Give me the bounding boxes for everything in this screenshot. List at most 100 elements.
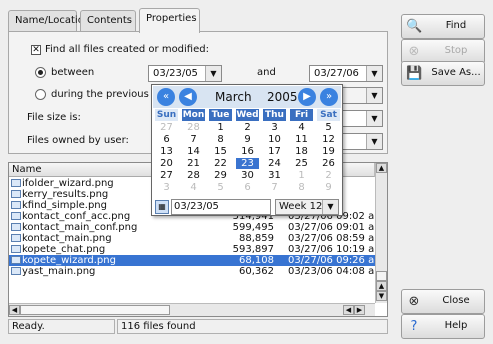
calendar-date-input[interactable]: 03/23/05 [171, 199, 271, 215]
image-file-icon [11, 256, 21, 264]
calendar-day[interactable]: 7 [182, 134, 205, 145]
file-name: kopete_wizard.png [22, 255, 116, 266]
calendar-year[interactable]: 2005 [267, 90, 298, 104]
tab-name-location[interactable]: Name/Location [8, 10, 90, 32]
date-from-combo[interactable]: 03/23/05 ▼ [148, 65, 222, 82]
owned-by-label: Files owned by user: [27, 135, 129, 146]
list-item[interactable]: kontact_main.png 88,859 03/27/06 08:59 a [9, 233, 375, 244]
calendar-day[interactable]: 3 [155, 182, 178, 193]
file-size: 599,495 [232, 222, 274, 233]
calendar-day[interactable]: 22 [209, 158, 232, 169]
calendar-day[interactable]: 30 [236, 170, 259, 181]
file-size-label: File size is: [27, 112, 81, 123]
calendar-month[interactable]: March [215, 90, 252, 104]
calendar-day[interactable]: 1 [209, 122, 232, 133]
calendar-day[interactable]: 5 [209, 182, 232, 193]
calendar-day[interactable]: 26 [317, 158, 340, 169]
file-name: ifolder_wizard.png [22, 178, 114, 189]
calendar-header: « ◀ March 2005 ▶ » [153, 86, 341, 108]
week-value: Week 12 [279, 201, 323, 212]
date-to-combo[interactable]: 03/27/06 ▼ [309, 65, 383, 82]
calendar-day[interactable]: 2 [317, 170, 340, 181]
scroll-left-icon[interactable]: ◀ [343, 305, 354, 315]
calendar-day[interactable]: 1 [290, 170, 313, 181]
calendar-day[interactable]: 16 [236, 146, 259, 157]
status-ready: Ready. [8, 319, 115, 334]
list-item[interactable]: yast_main.png 60,362 03/23/06 04:08 a [9, 266, 375, 277]
calendar-day[interactable]: 13 [155, 146, 178, 157]
scroll-down-icon[interactable]: ▼ [376, 291, 387, 301]
calendar-day[interactable]: 17 [263, 146, 286, 157]
calendar-today-icon[interactable]: ▦ [155, 200, 169, 214]
file-date: 03/27/06 10:19 a [288, 244, 375, 255]
next-year-icon[interactable]: » [320, 88, 338, 106]
calendar-day[interactable]: 12 [317, 134, 340, 145]
tab-contents[interactable]: Contents [80, 10, 136, 32]
date-picker-popup: « ◀ March 2005 ▶ » Sun Mon Tue Wed Thu Fri Sat… [151, 84, 343, 216]
scroll-right-icon[interactable]: ▶ [354, 305, 365, 315]
calendar-day[interactable]: 3 [263, 122, 286, 133]
prev-year-icon[interactable]: « [157, 88, 175, 106]
vertical-scrollbar[interactable]: ▲ ▲ ▼ [375, 163, 387, 303]
list-item[interactable]: kopete_chat.png 593,897 03/27/06 10:19 a [9, 244, 375, 255]
prev-month-icon[interactable]: ◀ [179, 88, 197, 106]
help-button[interactable]: ? Help [401, 314, 485, 339]
week-combo[interactable]: Week 12 ▼ [275, 199, 339, 215]
scroll-up-icon[interactable]: ▲ [376, 281, 387, 291]
next-month-icon[interactable]: ▶ [298, 88, 316, 106]
calendar-day[interactable]: 7 [263, 182, 286, 193]
find-button[interactable]: 🔍 Find [401, 14, 485, 39]
calendar-day[interactable]: 14 [182, 146, 205, 157]
during-radio[interactable] [35, 89, 46, 100]
calendar-day[interactable]: 10 [263, 134, 286, 145]
calendar-day[interactable]: 6 [155, 134, 178, 145]
scroll-up-icon[interactable]: ▲ [376, 163, 387, 173]
calendar-day[interactable]: 2 [236, 122, 259, 133]
image-file-icon [11, 190, 21, 198]
calendar-day[interactable]: 27 [155, 122, 178, 133]
calendar-day[interactable]: 21 [182, 158, 205, 169]
calendar-day[interactable]: 27 [155, 170, 178, 181]
list-item[interactable]: kontact_main_conf.png 599,495 03/27/06 09:… [9, 222, 375, 233]
calendar-day[interactable]: 28 [182, 122, 205, 133]
help-icon: ? [410, 319, 418, 334]
calendar-day[interactable]: 19 [317, 146, 340, 157]
image-file-icon [11, 212, 21, 220]
calendar-day[interactable]: 11 [290, 134, 313, 145]
chevron-down-icon: ▼ [322, 200, 338, 214]
calendar-day[interactable]: 18 [290, 146, 313, 157]
image-file-icon [11, 179, 21, 187]
h-scroll-thumb[interactable] [20, 305, 170, 315]
scroll-left-icon[interactable]: ◀ [9, 305, 20, 315]
calendar-day[interactable]: 24 [263, 158, 286, 169]
calendar-day[interactable]: 5 [317, 122, 340, 133]
find-all-checkbox[interactable]: ✕ [31, 45, 41, 55]
stop-icon: ⊗ [408, 44, 420, 59]
calendar-day[interactable]: 4 [182, 182, 205, 193]
calendar-day[interactable]: 8 [209, 134, 232, 145]
calendar-day[interactable]: 8 [290, 182, 313, 193]
calendar-day[interactable]: 25 [290, 158, 313, 169]
weekday-header: Fri [290, 109, 313, 121]
calendar-day[interactable]: 31 [263, 170, 286, 181]
save-as-button[interactable]: 💾 Save As... [401, 61, 485, 86]
horizontal-scrollbar[interactable]: ◀ ◀ ▶ [9, 303, 375, 316]
calendar-day[interactable]: 9 [236, 134, 259, 145]
calendar-day[interactable]: 15 [209, 146, 232, 157]
calendar-day[interactable]: 29 [209, 170, 232, 181]
calendar-day[interactable]: 28 [182, 170, 205, 181]
between-label: between [51, 67, 95, 78]
calendar-day[interactable]: 6 [236, 182, 259, 193]
calendar-day[interactable]: 20 [155, 158, 178, 169]
close-icon: ⊗ [408, 294, 420, 309]
close-button[interactable]: ⊗ Close [401, 289, 485, 314]
calendar-day[interactable]: 4 [290, 122, 313, 133]
scroll-thumb[interactable] [376, 271, 387, 281]
between-radio[interactable] [35, 67, 46, 78]
tab-properties[interactable]: Properties [139, 8, 200, 33]
date-to-value: 03/27/06 [314, 68, 359, 79]
list-item[interactable]: kopete_wizard.png 68,108 03/27/06 09:26 a [9, 255, 375, 266]
file-name: kerry_results.png [22, 189, 109, 200]
calendar-day[interactable]: 9 [317, 182, 340, 193]
calendar-day[interactable]: 23 [236, 158, 259, 169]
